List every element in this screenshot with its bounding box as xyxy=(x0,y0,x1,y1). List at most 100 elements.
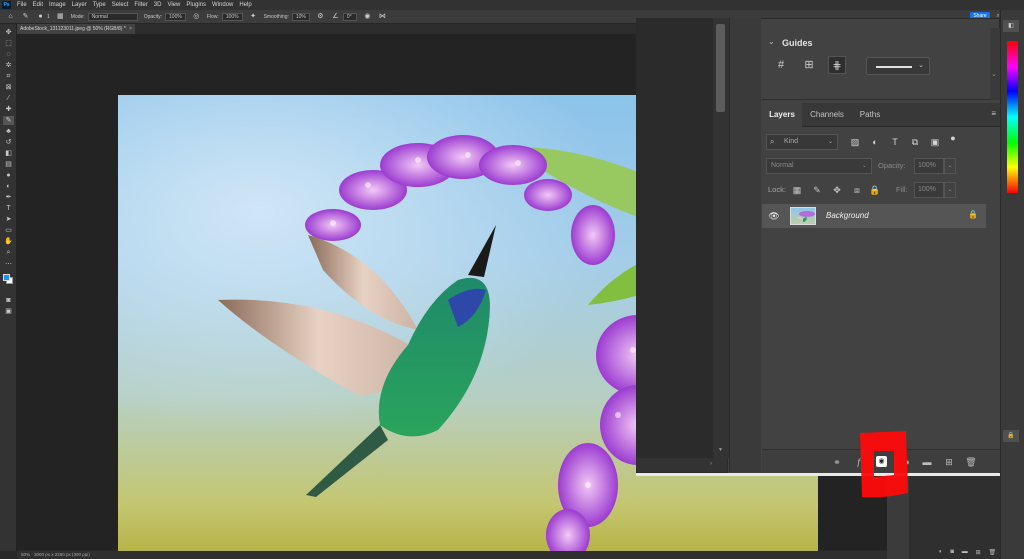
document-tab[interactable]: AdobeStock_131123011.jpeg @ 50% (RGB/8) … xyxy=(17,24,135,34)
link-layers-icon[interactable]: ⚭ xyxy=(830,455,844,469)
gear-icon[interactable]: ⚙ xyxy=(316,12,325,21)
adjustment-layer-icon[interactable]: ◑ xyxy=(900,455,914,469)
close-icon[interactable]: × xyxy=(129,24,132,34)
trash-icon[interactable]: 🗑 xyxy=(964,455,978,469)
angle-field[interactable]: 0° xyxy=(342,12,357,21)
chevron-down-icon[interactable]: ⌄ xyxy=(944,158,956,174)
pen-tool-icon[interactable]: ✒ xyxy=(3,193,14,202)
scroll-right-icon[interactable]: › xyxy=(710,461,712,467)
dodge-tool-icon[interactable]: ◐ xyxy=(3,182,14,191)
tab-layers[interactable]: Layers xyxy=(762,103,802,127)
lock-position-icon[interactable]: ✥ xyxy=(830,183,844,197)
new-layer-icon[interactable]: ⊞ xyxy=(942,455,956,469)
menu-file[interactable]: File xyxy=(14,2,30,8)
lock-icon[interactable]: 🔒 xyxy=(968,210,978,219)
layer-row[interactable]: 👁 Background 🔒 xyxy=(762,204,986,228)
fx-icon[interactable]: ƒ xyxy=(852,455,866,469)
lock-transparent-icon[interactable]: ▦ xyxy=(790,183,804,197)
blend-mode-select[interactable]: Normal ⌄ xyxy=(766,158,872,174)
move-tool-icon[interactable]: ✥ xyxy=(3,28,14,37)
frame-tool-icon[interactable]: ⊠ xyxy=(3,83,14,92)
add-mask-icon[interactable]: ◙ xyxy=(950,549,954,559)
type-filter-icon[interactable]: T xyxy=(888,135,902,149)
kind-filter-select[interactable]: ⌕ Kind ⌄ xyxy=(766,134,838,150)
scroll-down-icon[interactable]: ▼ xyxy=(716,447,725,454)
scrollbar-thumb[interactable] xyxy=(716,24,725,112)
brush-settings-icon[interactable]: ▦ xyxy=(56,12,65,21)
mode-select[interactable]: Normal xyxy=(87,12,138,21)
crop-tool-icon[interactable]: ⌗ xyxy=(3,72,14,81)
blur-tool-icon[interactable]: ● xyxy=(3,171,14,180)
fill-field[interactable]: 100% xyxy=(914,182,944,198)
panel-menu-icon[interactable]: ≡ xyxy=(991,110,996,118)
menu-layer[interactable]: Layer xyxy=(69,2,90,8)
more-tools-icon[interactable]: ⋯ xyxy=(3,260,14,269)
home-icon[interactable]: ⌂ xyxy=(6,12,15,21)
menu-3d[interactable]: 3D xyxy=(151,2,165,8)
hand-tool-icon[interactable]: ✋ xyxy=(3,237,14,246)
horizontal-scrollbar[interactable]: › xyxy=(636,458,727,472)
guides-scrollbar[interactable]: ⌄ xyxy=(990,28,1000,100)
layer-thumbnail[interactable] xyxy=(790,207,816,225)
lock-pixels-icon[interactable]: ✎ xyxy=(810,183,824,197)
new-layer-icon[interactable]: ⊞ xyxy=(976,549,981,559)
guide-grid-icon[interactable]: # xyxy=(772,56,790,74)
marquee-tool-icon[interactable]: ⬚ xyxy=(3,39,14,48)
chevron-down-icon[interactable]: ⌄ xyxy=(991,70,997,78)
opacity-field[interactable]: 100% xyxy=(165,12,186,21)
flow-field[interactable]: 100% xyxy=(221,12,243,21)
menu-view[interactable]: View xyxy=(164,2,183,8)
layer-name[interactable]: Background xyxy=(826,211,869,220)
brush-tool-icon[interactable]: ✎ xyxy=(3,116,14,125)
menu-filter[interactable]: Filter xyxy=(131,2,150,8)
symmetry-icon[interactable]: ⋈ xyxy=(378,12,387,21)
zoom-tool-icon[interactable]: ⌕ xyxy=(3,248,14,257)
menu-select[interactable]: Select xyxy=(109,2,132,8)
lock-artboard-icon[interactable]: ⧈ xyxy=(850,183,864,197)
menu-plugins[interactable]: Plugins xyxy=(183,2,209,8)
eye-icon[interactable]: 👁 xyxy=(768,210,780,222)
guide-add-icon[interactable]: ⋕ xyxy=(828,56,846,74)
foreground-color-swatch[interactable] xyxy=(3,274,10,281)
lasso-tool-icon[interactable]: ◌ xyxy=(3,50,14,59)
lock-all-icon[interactable]: 🔒 xyxy=(868,183,882,197)
brush-preset-icon[interactable]: ● xyxy=(36,12,45,21)
stamp-tool-icon[interactable]: ♣ xyxy=(3,127,14,136)
tab-paths[interactable]: Paths xyxy=(852,103,888,127)
chevron-down-icon[interactable]: ⌄ xyxy=(768,37,775,46)
path-select-tool-icon[interactable]: ➤ xyxy=(3,215,14,224)
screen-mode-icon[interactable]: ▣ xyxy=(3,307,14,316)
shape-filter-icon[interactable]: ⧉ xyxy=(908,135,922,149)
brush-tool-icon[interactable]: ✎ xyxy=(21,12,30,21)
type-tool-icon[interactable]: T xyxy=(3,204,14,213)
menu-type[interactable]: Type xyxy=(90,2,109,8)
document-info[interactable]: 3000 px x 2250 px (300 ppi) xyxy=(34,551,90,559)
gradient-tool-icon[interactable]: ▤ xyxy=(3,160,14,169)
pixel-filter-icon[interactable]: ▨ xyxy=(848,135,862,149)
airbrush-icon[interactable]: ✦ xyxy=(249,12,258,21)
eraser-tool-icon[interactable]: ◧ xyxy=(3,149,14,158)
guide-style-select[interactable]: ⌄ xyxy=(866,57,930,75)
eyedropper-tool-icon[interactable]: ⁄ xyxy=(3,94,14,103)
folder-icon[interactable]: ▬ xyxy=(920,455,934,469)
adjustment-layer-icon[interactable]: ◐ xyxy=(939,549,943,559)
layer-opacity-field[interactable]: 100% xyxy=(914,158,944,174)
pressure-size-icon[interactable]: ◉ xyxy=(363,12,372,21)
smoothing-field[interactable]: 10% xyxy=(291,12,310,21)
lock-icon[interactable]: 🔒 xyxy=(1003,430,1019,442)
menu-image[interactable]: Image xyxy=(46,2,69,8)
healing-tool-icon[interactable]: ✚ xyxy=(3,105,14,114)
smart-object-filter-icon[interactable]: ▣ xyxy=(928,135,942,149)
trash-icon[interactable]: 🗑 xyxy=(988,549,996,559)
zoom-level[interactable]: 50% xyxy=(21,551,30,559)
folder-icon[interactable]: ▬ xyxy=(962,549,968,559)
pressure-opacity-icon[interactable]: ◎ xyxy=(192,12,201,21)
add-mask-icon[interactable]: ◉ xyxy=(876,456,887,467)
quick-select-tool-icon[interactable]: ✲ xyxy=(3,61,14,70)
color-spectrum[interactable] xyxy=(1007,41,1018,193)
tab-channels[interactable]: Channels xyxy=(802,103,852,127)
filter-toggle-icon[interactable]: ● xyxy=(946,131,960,145)
chevron-down-icon[interactable]: ⌄ xyxy=(944,182,956,198)
shape-tool-icon[interactable]: ▭ xyxy=(3,226,14,235)
menu-window[interactable]: Window xyxy=(209,2,236,8)
